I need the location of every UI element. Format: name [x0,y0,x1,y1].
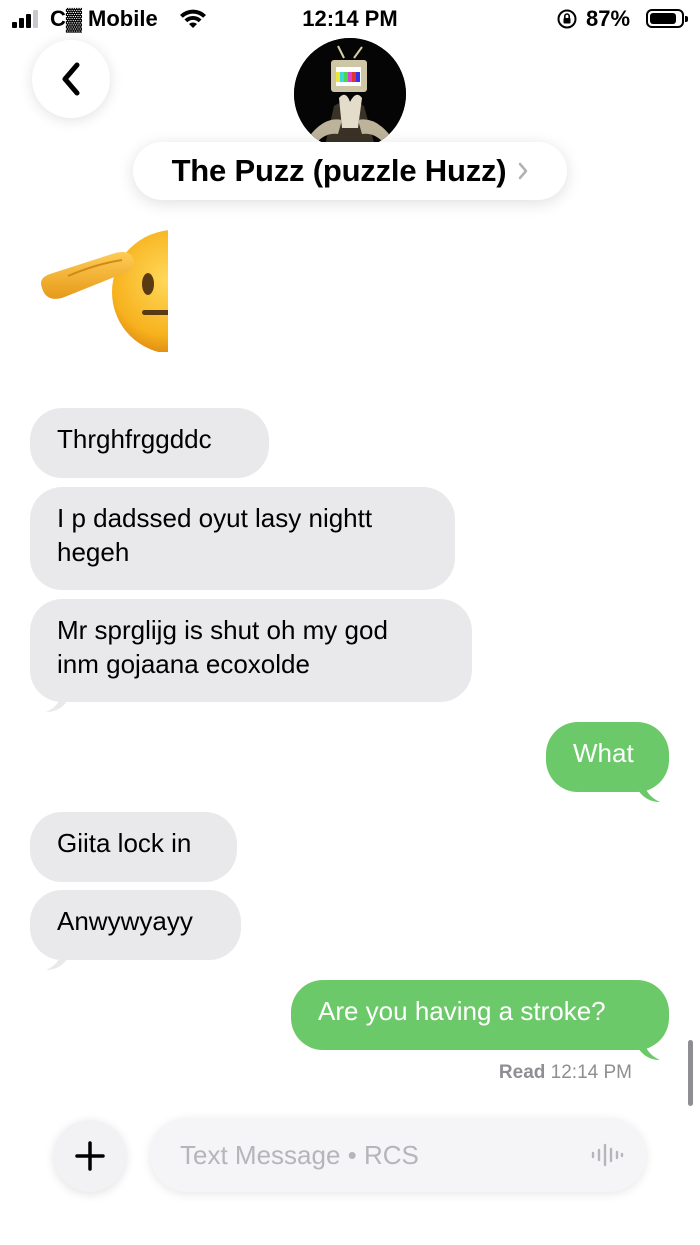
message-text-line: I p dadssed oyut lasy nightt [57,503,373,533]
audio-waveform-icon[interactable] [590,1142,624,1168]
bubble-tail [638,1040,660,1060]
message-text: Anwywyayy [57,906,193,936]
message-bubble-incoming[interactable]: Thrghfrggddc [30,408,269,478]
message-bubble-outgoing[interactable]: Are you having a stroke? [291,980,669,1050]
read-receipt: Read 12:14 PM [499,1062,632,1084]
chevron-right-icon [519,162,528,180]
message-text-line: Mr sprglijg is shut oh my god [57,615,388,645]
message-text: Giita lock in [57,828,192,858]
status-bar: C▓ Mobile 12:14 PM 87% [0,0,700,40]
bubble-tail [46,950,68,970]
message-bubble-incoming[interactable]: Mr sprglijg is shut oh my god inm gojaan… [30,599,472,702]
message-text: What [573,738,634,768]
contact-avatar[interactable] [294,38,406,150]
read-time: 12:14 PM [550,1062,632,1083]
tv-head-avatar-image [294,38,406,150]
read-label: Read [498,1062,546,1083]
message-text-line: inm gojaana ecoxolde [57,649,310,679]
contact-name-pill[interactable]: The Puzz (puzzle Huzz) [133,142,567,200]
message-text: Thrghfrggddc [57,424,212,454]
contact-name: The Puzz (puzzle Huzz) [171,153,507,188]
chevron-left-icon [62,62,80,96]
message-input-placeholder: Text Message • RCS [180,1139,419,1170]
bubble-tail [46,692,68,712]
message-input[interactable]: Text Message • RCS [150,1118,646,1192]
add-attachment-button[interactable] [54,1120,126,1192]
back-button[interactable] [32,40,110,118]
bubble-tail [638,782,660,802]
message-text: Are you having a stroke? [318,996,606,1026]
battery-percent: 87% [586,6,631,31]
battery-icon [646,9,688,28]
plus-icon [75,1141,105,1171]
message-text-line: hegeh [57,537,130,567]
orientation-lock-icon [557,9,577,29]
saluting-face-emoji[interactable] [38,226,168,352]
message-bubble-incoming[interactable]: I p dadssed oyut lasy nightt hegeh [30,487,455,590]
scrollbar[interactable] [688,1040,693,1106]
battery-level-fill [650,13,676,24]
message-bubble-incoming[interactable]: Giita lock in [30,812,237,882]
